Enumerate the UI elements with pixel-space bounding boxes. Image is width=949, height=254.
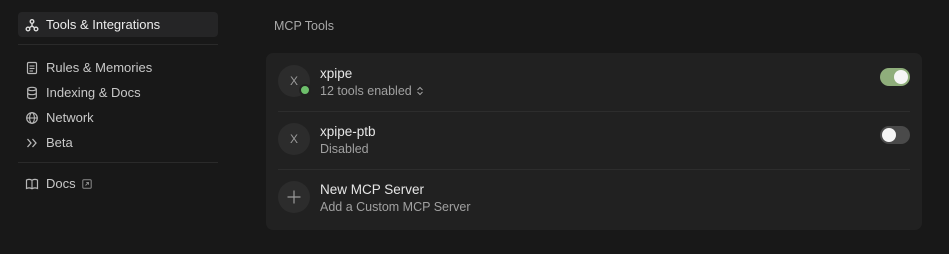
- mcp-server-row-xpipe[interactable]: X xpipe 12 tools enabled: [266, 53, 922, 111]
- server-toggle[interactable]: [880, 68, 910, 86]
- sidebar-item-network[interactable]: Network: [18, 105, 218, 130]
- sidebar-item-tools-integrations[interactable]: Tools & Integrations: [18, 12, 218, 37]
- double-chevron-icon: [25, 136, 39, 150]
- sidebar-item-label: Rules & Memories: [46, 60, 153, 75]
- plus-icon: [278, 181, 310, 213]
- sidebar: Tools & Integrations Rules & Memories In…: [0, 0, 232, 254]
- sidebar-item-label: Network: [46, 110, 94, 125]
- new-server-subtitle: Add a Custom MCP Server: [320, 200, 471, 214]
- server-name: xpipe: [320, 66, 353, 81]
- sidebar-item-rules-memories[interactable]: Rules & Memories: [18, 55, 218, 80]
- toggle-knob: [894, 70, 908, 84]
- book-icon: [25, 177, 39, 191]
- sidebar-divider: [18, 44, 218, 45]
- server-status: Disabled: [320, 142, 369, 156]
- sidebar-item-docs[interactable]: Docs: [18, 171, 218, 196]
- tools-enabled-dropdown[interactable]: 12 tools enabled: [320, 84, 424, 98]
- new-mcp-server-row[interactable]: New MCP Server Add a Custom MCP Server: [266, 169, 922, 227]
- sidebar-item-label: Docs: [46, 176, 76, 191]
- mcp-tools-card: X xpipe 12 tools enabled X xpipe-ptb Dis…: [266, 53, 922, 230]
- server-name: xpipe-ptb: [320, 124, 376, 139]
- database-icon: [25, 86, 39, 100]
- sidebar-item-label: Beta: [46, 135, 73, 150]
- sidebar-item-beta[interactable]: Beta: [18, 130, 218, 155]
- avatar-letter: X: [289, 132, 298, 146]
- server-status: 12 tools enabled: [320, 84, 412, 98]
- chevron-updown-icon: [416, 86, 424, 96]
- section-title: MCP Tools: [274, 19, 334, 33]
- status-online-dot: [299, 84, 311, 96]
- server-status-text: Disabled: [320, 142, 369, 156]
- avatar-letter: X: [289, 74, 298, 88]
- new-server-title: New MCP Server: [320, 182, 425, 197]
- server-avatar: X: [278, 65, 311, 97]
- external-link-icon: [81, 178, 92, 189]
- sidebar-item-indexing-docs[interactable]: Indexing & Docs: [18, 80, 218, 105]
- rules-icon: [25, 61, 39, 75]
- tools-icon: [25, 18, 39, 32]
- globe-icon: [25, 111, 39, 125]
- server-toggle[interactable]: [880, 126, 910, 144]
- sidebar-item-label: Tools & Integrations: [46, 17, 161, 32]
- sidebar-divider: [18, 162, 218, 163]
- mcp-server-row-xpipe-ptb[interactable]: X xpipe-ptb Disabled: [266, 111, 922, 169]
- server-avatar: X: [278, 123, 310, 155]
- toggle-knob: [882, 128, 896, 142]
- sidebar-item-label: Indexing & Docs: [46, 85, 141, 100]
